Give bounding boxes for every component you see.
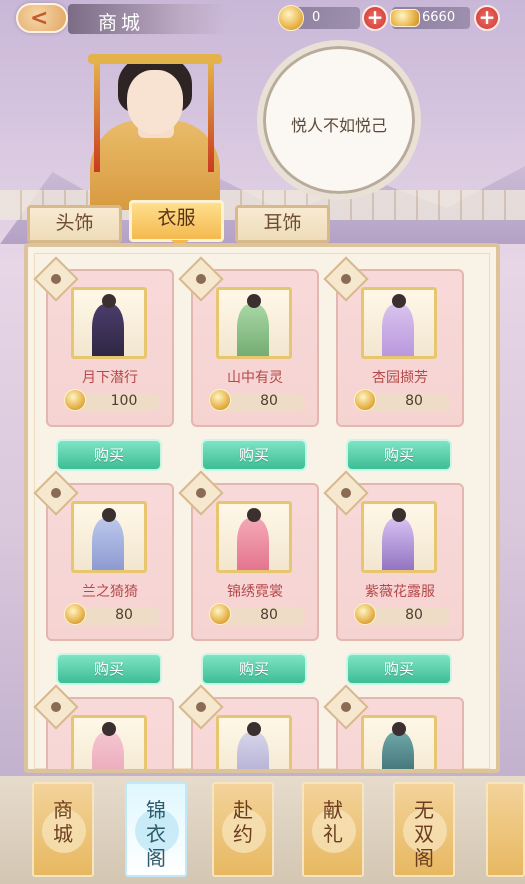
tab-label: 耳饰 <box>263 212 302 234</box>
outfit-figure <box>237 518 269 570</box>
outfit-head <box>247 722 261 736</box>
item-price: 80 <box>405 393 423 409</box>
coin-icon <box>64 603 86 625</box>
character-tassel-right <box>208 62 214 172</box>
back-arrow-icon: < <box>30 6 49 31</box>
item-price: 80 <box>260 607 278 623</box>
outfit-figure <box>237 304 269 356</box>
item-card[interactable] <box>33 684 174 769</box>
outfit-head <box>392 294 406 308</box>
nav-item[interactable]: 无 双 阁 <box>393 782 455 877</box>
gold-value: 6660 <box>422 10 456 25</box>
gold-counter: 6660 <box>390 7 470 29</box>
item-price: 100 <box>110 393 138 409</box>
coin-icon <box>64 389 86 411</box>
item-card[interactable]: 锦绣霓裳 80 <box>178 470 319 641</box>
outfit-head <box>247 294 261 308</box>
outfit-thumbnail <box>71 287 147 359</box>
item-card[interactable]: 山中有灵 80 <box>178 256 319 427</box>
character-portrait <box>80 40 230 210</box>
outfit-figure <box>92 732 124 769</box>
page-title: 商城 <box>98 12 145 34</box>
buy-button[interactable]: 购买 <box>346 439 452 471</box>
top-bar: < 商城 0 + 6660 + <box>0 0 525 40</box>
item-name: 月下潜行 <box>82 370 138 386</box>
bottom-nav: 商 城锦 衣 阁赴 约献 礼无 双 阁 <box>0 776 525 884</box>
nav-item[interactable]: 赴 约 <box>212 782 274 877</box>
outfit-figure <box>382 304 414 356</box>
outfit-thumbnail <box>71 715 147 769</box>
item-grid-panel: 月下潜行 100 购买 山中有灵 80 购买 杏园撷芳 80 购买 兰之猗猗 80 购买 锦绣霓裳 80 购… <box>24 243 500 773</box>
item-price: 80 <box>260 393 278 409</box>
character-crown <box>88 54 222 64</box>
buy-button[interactable]: 购买 <box>346 653 452 685</box>
buy-button[interactable]: 购买 <box>56 439 162 471</box>
outfit-thumbnail <box>216 287 292 359</box>
outfit-figure <box>237 732 269 769</box>
outfit-thumbnail <box>216 501 292 573</box>
item-card[interactable]: 兰之猗猗 80 <box>33 470 174 641</box>
outfit-head <box>247 508 261 522</box>
speech-bubble: 悦人不如悦己 <box>257 40 421 200</box>
outfit-thumbnail <box>216 715 292 769</box>
item-price: 80 <box>405 607 423 623</box>
nav-item[interactable]: 商 城 <box>32 782 94 877</box>
add-coin-button[interactable]: + <box>362 5 388 31</box>
item-card[interactable]: 月下潜行 100 <box>33 256 174 427</box>
title-plate: 商城 <box>68 4 228 34</box>
tab-clothes[interactable]: 衣服 <box>129 200 224 242</box>
nav-item[interactable]: 锦 衣 阁 <box>125 782 187 877</box>
coin-icon <box>209 603 231 625</box>
nav-label: 锦 衣 阁 <box>146 798 166 870</box>
outfit-head <box>102 508 116 522</box>
character-tassel-left <box>94 62 100 172</box>
item-card[interactable]: 紫薇花露服 80 <box>323 470 464 641</box>
nav-label: 无 双 阁 <box>414 798 434 870</box>
coin-icon <box>278 5 304 31</box>
outfit-thumbnail <box>361 501 437 573</box>
outfit-head <box>102 722 116 736</box>
outfit-thumbnail <box>71 501 147 573</box>
item-name: 锦绣霓裳 <box>227 584 283 600</box>
back-button[interactable]: < <box>16 3 68 33</box>
tab-label: 头饰 <box>55 212 94 234</box>
outfit-figure <box>92 304 124 356</box>
coin-value: 0 <box>312 10 321 25</box>
coin-icon <box>354 603 376 625</box>
item-name: 兰之猗猗 <box>82 584 138 600</box>
outfit-figure <box>92 518 124 570</box>
item-price: 80 <box>115 607 133 623</box>
nav-label: 商 城 <box>53 798 73 846</box>
outfit-head <box>102 294 116 308</box>
nav-label: 献 礼 <box>323 798 343 846</box>
tab-headwear[interactable]: 头饰 <box>27 205 122 243</box>
buy-button[interactable]: 购买 <box>201 439 307 471</box>
nav-item[interactable]: 献 礼 <box>302 782 364 877</box>
outfit-figure <box>382 518 414 570</box>
outfit-figure <box>382 732 414 769</box>
coin-icon <box>209 389 231 411</box>
buy-button[interactable]: 购买 <box>201 653 307 685</box>
add-gold-button[interactable]: + <box>474 5 500 31</box>
tab-earrings[interactable]: 耳饰 <box>235 205 330 243</box>
item-card[interactable] <box>323 684 464 769</box>
item-name: 紫薇花露服 <box>365 584 435 600</box>
nav-label: 赴 约 <box>233 798 253 846</box>
item-name: 山中有灵 <box>227 370 283 386</box>
nav-item-partial[interactable] <box>486 782 525 877</box>
item-name: 杏园撷芳 <box>372 370 428 386</box>
character-face <box>127 70 183 134</box>
outfit-head <box>392 722 406 736</box>
gold-ingot-icon <box>390 9 420 27</box>
outfit-head <box>392 508 406 522</box>
item-card[interactable]: 杏园撷芳 80 <box>323 256 464 427</box>
outfit-thumbnail <box>361 287 437 359</box>
item-card[interactable] <box>178 684 319 769</box>
coin-icon <box>354 389 376 411</box>
buy-button[interactable]: 购买 <box>56 653 162 685</box>
tab-label: 衣服 <box>157 207 196 229</box>
speech-text: 悦人不如悦己 <box>290 116 387 135</box>
coin-counter: 0 <box>278 5 360 31</box>
outfit-thumbnail <box>361 715 437 769</box>
